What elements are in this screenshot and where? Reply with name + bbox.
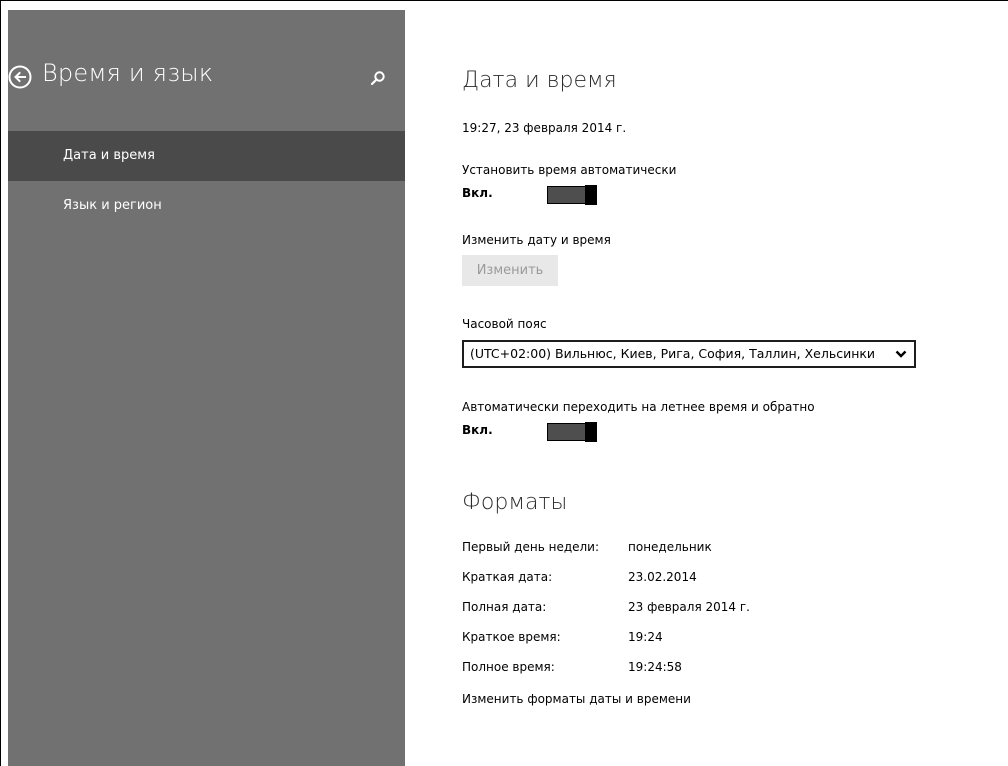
- back-arrow-circle-icon[interactable]: [8, 65, 32, 89]
- sidebar-item-label: Дата и время: [63, 148, 155, 163]
- auto-time-toggle[interactable]: [547, 185, 597, 205]
- formats-title: Форматы: [462, 490, 568, 515]
- format-key: Полное время:: [462, 660, 555, 674]
- format-row: Полное время: 19:24:58: [462, 660, 982, 680]
- auto-time-label: Установить время автоматически: [462, 163, 677, 177]
- sidebar-title: Время и язык: [42, 59, 214, 87]
- change-formats-link[interactable]: Изменить форматы даты и времени: [462, 692, 691, 706]
- sidebar: Время и язык Дата и время Язык и регион: [8, 10, 405, 766]
- format-row: Полная дата: 23 февраля 2014 г.: [462, 600, 982, 620]
- change-date-time-label: Изменить дату и время: [462, 233, 611, 247]
- date-time-title: Дата и время: [462, 68, 617, 93]
- sidebar-item-date-time[interactable]: Дата и время: [8, 131, 405, 181]
- dst-state: Вкл.: [462, 423, 493, 437]
- main-content: Дата и время 19:27, 23 февраля 2014 г. У…: [462, 0, 1002, 766]
- format-value: понедельник: [628, 540, 712, 554]
- sidebar-item-label: Язык и регион: [63, 198, 162, 213]
- format-key: Полная дата:: [462, 600, 547, 614]
- format-value: 23.02.2014: [628, 570, 697, 584]
- dst-label: Автоматически переходить на летнее время…: [462, 400, 815, 414]
- auto-time-state: Вкл.: [462, 186, 493, 200]
- format-row: Краткое время: 19:24: [462, 630, 982, 650]
- format-value: 19:24:58: [628, 660, 682, 674]
- format-row: Краткая дата: 23.02.2014: [462, 570, 982, 590]
- toggle-knob: [585, 185, 597, 205]
- toggle-knob: [585, 422, 597, 442]
- format-row: Первый день недели: понедельник: [462, 540, 982, 560]
- sidebar-header: Время и язык: [8, 59, 405, 105]
- chevron-down-icon: [895, 350, 907, 358]
- format-key: Краткое время:: [462, 630, 561, 644]
- search-icon[interactable]: [370, 70, 386, 86]
- format-value: 23 февраля 2014 г.: [628, 600, 750, 614]
- sidebar-item-language-region[interactable]: Язык и регион: [8, 181, 405, 231]
- format-key: Краткая дата:: [462, 570, 553, 584]
- format-value: 19:24: [628, 630, 663, 644]
- current-date-time: 19:27, 23 февраля 2014 г.: [462, 121, 627, 135]
- change-button[interactable]: Изменить: [462, 255, 558, 286]
- timezone-label: Часовой пояс: [462, 317, 547, 331]
- timezone-value: (UTC+02:00) Вильнюс, Киев, Рига, София, …: [470, 346, 876, 361]
- format-key: Первый день недели:: [462, 540, 600, 554]
- timezone-select[interactable]: (UTC+02:00) Вильнюс, Киев, Рига, София, …: [462, 340, 916, 368]
- dst-toggle[interactable]: [547, 422, 597, 442]
